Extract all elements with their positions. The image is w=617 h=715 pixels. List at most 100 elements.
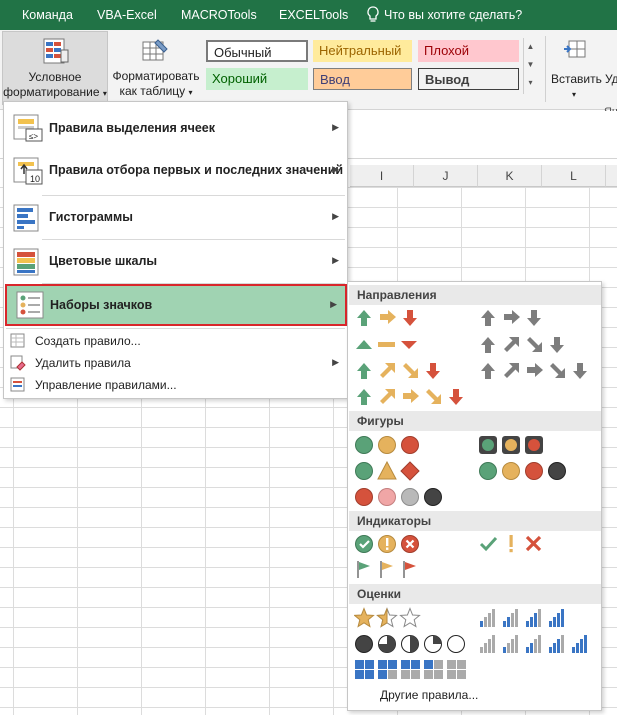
icon-set-3-arrows-colored[interactable]: [354, 307, 434, 329]
icon-set-3-arrows-gray[interactable]: [478, 307, 558, 329]
ribbon-separator: [545, 36, 546, 102]
format-table-icon: [142, 39, 168, 61]
menu-item-highlight-rules[interactable]: ≤> Правила выделения ячеек ▶: [4, 108, 347, 148]
column-header-l[interactable]: L: [542, 165, 606, 187]
icon-set-5-ratings[interactable]: [478, 633, 598, 655]
column-header-k[interactable]: K: [478, 165, 542, 187]
pie-icons: [355, 635, 465, 653]
arrow-icons: [357, 363, 440, 379]
menu-item-top-bottom-rules[interactable]: 10 Правила отбора первых и последних зна…: [4, 150, 347, 192]
highlight-cells-icon: ≤>: [13, 114, 43, 142]
column-header-m[interactable]: [606, 165, 617, 187]
icon-set-3-triangles[interactable]: [354, 334, 434, 356]
arrow-icons: [481, 363, 587, 379]
submenu-arrow-icon: ▶: [332, 211, 339, 221]
menu-label-color-scales: Цветовые шкалы: [49, 254, 158, 268]
menu-separator: [42, 195, 345, 196]
insert-cells-icon: [564, 40, 586, 58]
tell-me-search[interactable]: Что вы хотите сделать?: [384, 8, 522, 22]
conditional-formatting-button[interactable]: Условное форматирование ▾: [2, 31, 108, 105]
ribbon-tab-bar: Команда VBA-Excel MACROTools EXCELTools …: [0, 0, 617, 30]
circle-icons: [355, 436, 419, 454]
conditional-formatting-icon: [43, 38, 69, 64]
format-table-label-1: Форматировать: [112, 69, 200, 83]
menu-item-icon-sets[interactable]: Наборы значков ▶: [5, 284, 347, 326]
menu-item-color-scales[interactable]: Цветовые шкалы ▶: [4, 242, 347, 282]
column-header-i[interactable]: I: [350, 165, 414, 187]
section-ratings: Оценки: [349, 584, 601, 604]
tab-exceltools[interactable]: EXCELTools: [279, 8, 348, 22]
style-bad[interactable]: Плохой: [418, 40, 519, 62]
icon-set-3-symbols-circled[interactable]: [354, 533, 434, 555]
menu-item-new-rule[interactable]: Создать правило...: [4, 330, 347, 352]
sign-icons: [355, 460, 420, 481]
style-good[interactable]: Хороший: [206, 68, 308, 90]
menu-item-manage-rules[interactable]: Управление правилами...: [4, 374, 347, 396]
icon-set-5-arrows-gray[interactable]: [478, 360, 598, 382]
data-bars-icon: [13, 204, 39, 232]
traffic-light-icons: [479, 436, 543, 454]
gallery-more-icon[interactable]: ▾: [524, 74, 537, 92]
icon-set-5-boxes[interactable]: [354, 659, 474, 681]
insert-cells-button[interactable]: Вставить ▾: [551, 34, 603, 104]
menu-label-manage-rules: Управление правилами...: [35, 378, 177, 392]
svg-text:≤>: ≤>: [29, 132, 38, 141]
icon-set-5-arrows-colored[interactable]: [354, 386, 474, 408]
color-scales-icon: [13, 248, 39, 276]
eraser-icon: [10, 355, 26, 371]
more-rules-link[interactable]: Другие правила...: [380, 688, 478, 702]
style-neutral[interactable]: Нейтральный: [313, 40, 412, 62]
symbol-icons: [355, 535, 419, 553]
top-bottom-icon-badge: 10: [30, 174, 41, 184]
triangle-icons: [356, 340, 417, 349]
icon-set-3-stars[interactable]: [354, 607, 434, 629]
tab-komanda[interactable]: Команда: [22, 8, 73, 22]
arrow-icons: [357, 389, 463, 405]
section-directional: Направления: [349, 285, 601, 305]
symbol-icons: [479, 535, 542, 553]
icon-set-3-flags[interactable]: [354, 559, 434, 581]
signal-bars-icons: [480, 609, 564, 627]
style-input[interactable]: Ввод: [313, 68, 412, 90]
gallery-down-icon[interactable]: ▼: [524, 56, 537, 74]
styles-gallery-scroll[interactable]: ▲ ▼ ▾: [523, 38, 537, 94]
icon-set-3-symbols[interactable]: [478, 533, 558, 555]
submenu-arrow-icon: ▶: [332, 122, 339, 132]
submenu-arrow-icon: ▶: [332, 255, 339, 265]
cond-format-label-1: Условное: [28, 70, 82, 84]
icon-set-3-traffic-lights[interactable]: [354, 434, 434, 456]
icon-set-3-traffic-lights-rimmed[interactable]: [478, 434, 558, 456]
icon-set-4-ratings[interactable]: [478, 607, 578, 629]
tab-macrotools[interactable]: MACROTools: [181, 8, 257, 22]
menu-label-clear-rules: Удалить правила: [35, 356, 131, 370]
cond-format-label-2: форматирование ▾: [3, 85, 107, 99]
tab-vba-excel[interactable]: VBA-Excel: [97, 8, 157, 22]
delete-cells-button[interactable]: Уд: [605, 72, 617, 86]
menu-separator: [42, 239, 345, 240]
menu-label-icon-sets: Наборы значков: [50, 298, 153, 312]
format-as-table-button[interactable]: Форматировать как таблицу ▾: [110, 31, 202, 105]
menu-item-data-bars[interactable]: Гистограммы ▶: [4, 198, 347, 238]
submenu-arrow-icon: ▶: [332, 164, 339, 174]
section-indicators: Индикаторы: [349, 511, 601, 531]
icon-set-5-quarters[interactable]: [354, 633, 474, 655]
star-icons: [354, 607, 421, 628]
style-output[interactable]: Вывод: [418, 68, 519, 90]
icon-set-4-arrows-colored[interactable]: [354, 360, 454, 382]
column-header-j[interactable]: J: [414, 165, 478, 187]
menu-label-new-rule: Создать правило...: [35, 334, 141, 348]
icon-set-red-to-black[interactable]: [354, 486, 454, 508]
icon-sets-icon: [16, 291, 44, 319]
arrow-icons: [481, 337, 564, 353]
circle-icons: [479, 462, 566, 480]
gallery-up-icon[interactable]: ▲: [524, 38, 537, 56]
menu-separator: [6, 328, 345, 329]
menu-item-clear-rules[interactable]: Удалить правила ▶: [4, 352, 347, 374]
icon-set-3-signs[interactable]: [354, 460, 434, 482]
icon-set-4-traffic-lights[interactable]: [478, 460, 578, 482]
icon-set-4-arrows-gray[interactable]: [478, 334, 578, 356]
arrow-icons: [481, 310, 541, 326]
insert-dropdown-icon[interactable]: ▾: [572, 90, 576, 99]
style-normal[interactable]: Обычный: [206, 40, 308, 62]
menu-label-top-bottom-rules: Правила отбора первых и последних значен…: [49, 163, 344, 177]
